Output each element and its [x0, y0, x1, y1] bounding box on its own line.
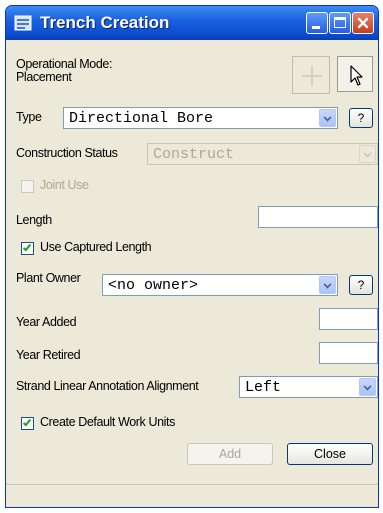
type-help-button[interactable]: ? [349, 108, 373, 128]
type-label: Type [16, 110, 42, 124]
strand-alignment-label: Strand Linear Annotation Alignment [16, 379, 199, 393]
window-title: Trench Creation [40, 13, 170, 32]
chevron-down-icon [323, 113, 332, 122]
checkmark-icon [22, 417, 32, 427]
close-icon [357, 17, 369, 29]
maximize-button[interactable] [329, 12, 351, 34]
use-captured-length-checkbox[interactable] [21, 242, 34, 255]
add-button[interactable]: Add [187, 443, 273, 465]
length-input[interactable] [258, 206, 378, 228]
year-added-label: Year Added [16, 315, 77, 329]
app-icon [14, 15, 32, 31]
close-button[interactable]: Close [287, 443, 373, 465]
operational-mode-label: Operational Mode: [16, 57, 113, 71]
create-work-units-checkbox[interactable] [21, 417, 34, 430]
construction-status-select[interactable]: Construct [147, 143, 378, 165]
year-added-input[interactable] [319, 308, 378, 330]
maximize-icon [334, 17, 346, 28]
checkmark-icon [22, 242, 32, 252]
use-captured-length-label: Use Captured Length [40, 240, 152, 254]
plant-owner-label: Plant Owner [16, 271, 81, 285]
minimize-icon [312, 26, 320, 29]
create-work-units-label: Create Default Work Units [40, 415, 175, 429]
chevron-down-icon [323, 280, 332, 289]
trench-creation-dialog: Trench Creation Operational Mode: Placem… [5, 5, 379, 508]
length-label: Length [16, 213, 52, 227]
plant-owner-arrow[interactable] [319, 276, 336, 294]
pointer-arrow-icon [350, 65, 363, 86]
plant-owner-help-button[interactable]: ? [349, 275, 373, 295]
strand-alignment-value: Left [245, 379, 282, 396]
plant-owner-select[interactable]: <no owner> [102, 274, 338, 296]
year-retired-label: Year Retired [16, 348, 81, 362]
crosshair-icon [302, 66, 322, 86]
construction-status-arrow[interactable] [359, 145, 376, 163]
type-select[interactable]: Directional Bore [63, 107, 338, 129]
plant-owner-value: <no owner> [108, 277, 199, 294]
title-bar[interactable]: Trench Creation [6, 6, 378, 40]
pointer-tool-button[interactable] [337, 56, 373, 92]
construction-status-label: Construction Status [16, 146, 118, 160]
type-select-value: Directional Bore [69, 110, 214, 127]
joint-use-checkbox[interactable] [21, 180, 34, 193]
strand-alignment-arrow[interactable] [359, 378, 376, 396]
operational-mode-value: Placement [16, 70, 72, 84]
construction-status-value: Construct [153, 146, 235, 163]
chevron-down-icon [363, 149, 372, 158]
chevron-down-icon [363, 382, 372, 391]
crosshair-tool-button[interactable] [292, 56, 330, 94]
joint-use-label: Joint Use [40, 178, 89, 192]
strand-alignment-select[interactable]: Left [239, 376, 378, 398]
type-select-arrow[interactable] [319, 109, 336, 127]
minimize-button[interactable] [306, 12, 328, 34]
year-retired-input[interactable] [319, 342, 378, 364]
close-window-button[interactable] [352, 12, 374, 34]
status-bar [6, 484, 378, 507]
